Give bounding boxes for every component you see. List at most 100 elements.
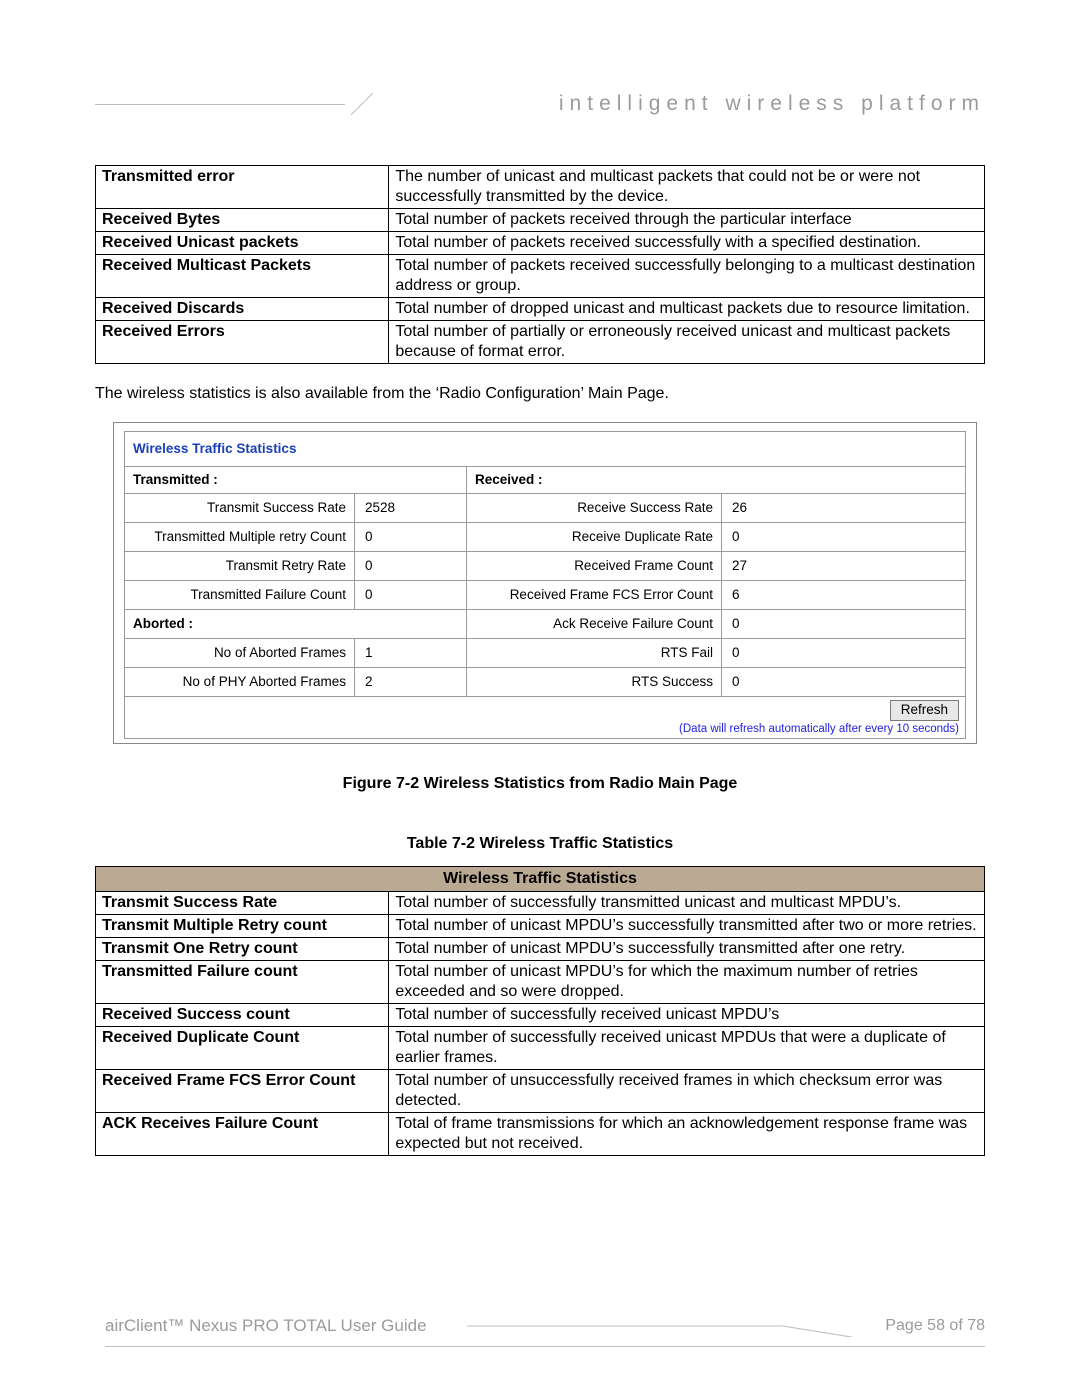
term-cell: Transmit Multiple Retry count xyxy=(96,915,389,938)
stats-footer: Refresh (Data will refresh automatically… xyxy=(125,697,966,739)
footer-product: airClient™ Nexus PRO TOTAL User Guide xyxy=(105,1316,427,1336)
definitions-table-1: Transmitted errorThe number of unicast a… xyxy=(95,165,985,364)
footer: airClient™ Nexus PRO TOTAL User Guide Pa… xyxy=(105,1315,985,1337)
desc-cell: Total number of successfully received un… xyxy=(389,1027,985,1070)
table-row: Transmitted Multiple retry Count0Receive… xyxy=(125,523,966,552)
stat-value: 0 xyxy=(722,668,966,697)
table2-header: Wireless Traffic Statistics xyxy=(96,867,985,892)
stats-ab-header: Aborted : xyxy=(125,610,467,639)
stat-value: 2528 xyxy=(355,494,467,523)
stat-label: Receive Duplicate Rate xyxy=(467,523,722,552)
stat-value: 0 xyxy=(722,523,966,552)
stat-label: No of PHY Aborted Frames xyxy=(125,668,355,697)
table-row: Received BytesTotal number of packets re… xyxy=(96,209,985,232)
header: intelligent wireless platform xyxy=(95,92,985,116)
stat-value: 0 xyxy=(355,523,467,552)
table-row: Received DiscardsTotal number of dropped… xyxy=(96,298,985,321)
term-cell: Received Multicast Packets xyxy=(96,255,389,298)
footer-page-number: Page 58 of 78 xyxy=(885,1317,985,1335)
stat-label: Ack Receive Failure Count xyxy=(467,610,722,639)
table-row: ACK Receives Failure CountTotal of frame… xyxy=(96,1113,985,1156)
term-cell: Received Bytes xyxy=(96,209,389,232)
table-row: Received Duplicate CountTotal number of … xyxy=(96,1027,985,1070)
desc-cell: The number of unicast and multicast pack… xyxy=(389,166,985,209)
stat-value: 0 xyxy=(355,552,467,581)
stat-label: Received Frame FCS Error Count xyxy=(467,581,722,610)
table-row: Transmitted Failure countTotal number of… xyxy=(96,961,985,1004)
table-row: Transmit Success RateTotal number of suc… xyxy=(96,892,985,915)
stat-label: Transmit Success Rate xyxy=(125,494,355,523)
stats-title: Wireless Traffic Statistics xyxy=(125,432,966,467)
stat-value: 1 xyxy=(355,639,467,668)
stats-rx-header: Received : xyxy=(467,467,966,494)
table-row: Transmit One Retry countTotal number of … xyxy=(96,938,985,961)
stat-value: 0 xyxy=(722,610,966,639)
table-row: Aborted :Ack Receive Failure Count0 xyxy=(125,610,966,639)
desc-cell: Total number of packets received through… xyxy=(389,209,985,232)
desc-cell: Total number of packets received success… xyxy=(389,232,985,255)
stat-value: 26 xyxy=(722,494,966,523)
desc-cell: Total number of unicast MPDU’s for which… xyxy=(389,961,985,1004)
table-row: Received Success countTotal number of su… xyxy=(96,1004,985,1027)
stat-value: 0 xyxy=(355,581,467,610)
desc-cell: Total number of unicast MPDU’s successfu… xyxy=(389,938,985,961)
header-diagonal-icon xyxy=(351,93,373,115)
stat-value: 27 xyxy=(722,552,966,581)
stat-label: Received Frame Count xyxy=(467,552,722,581)
stats-tx-header: Transmitted : xyxy=(125,467,467,494)
table-row: Received ErrorsTotal number of partially… xyxy=(96,321,985,364)
stat-label: RTS Fail xyxy=(467,639,722,668)
desc-cell: Total number of packets received success… xyxy=(389,255,985,298)
stat-label: Transmitted Failure Count xyxy=(125,581,355,610)
desc-cell: Total of frame transmissions for which a… xyxy=(389,1113,985,1156)
table-row: Transmitted Failure Count0Received Frame… xyxy=(125,581,966,610)
term-cell: Received Duplicate Count xyxy=(96,1027,389,1070)
stat-label: No of Aborted Frames xyxy=(125,639,355,668)
table-row: Received Multicast PacketsTotal number o… xyxy=(96,255,985,298)
term-cell: Transmitted Failure count xyxy=(96,961,389,1004)
stat-label: Transmitted Multiple retry Count xyxy=(125,523,355,552)
table-row: No of Aborted Frames1RTS Fail0 xyxy=(125,639,966,668)
definitions-table-2: Wireless Traffic Statistics Transmit Suc… xyxy=(95,866,985,1156)
term-cell: Received Unicast packets xyxy=(96,232,389,255)
term-cell: Received Errors xyxy=(96,321,389,364)
stat-value: 6 xyxy=(722,581,966,610)
desc-cell: Total number of successfully transmitted… xyxy=(389,892,985,915)
stat-value: 0 xyxy=(722,639,966,668)
desc-cell: Total number of unsuccessfully received … xyxy=(389,1070,985,1113)
table-row: Transmitted errorThe number of unicast a… xyxy=(96,166,985,209)
header-rule xyxy=(95,104,345,105)
table-row: Transmit Retry Rate0Received Frame Count… xyxy=(125,552,966,581)
term-cell: Transmitted error xyxy=(96,166,389,209)
term-cell: Transmit Success Rate xyxy=(96,892,389,915)
desc-cell: Total number of dropped unicast and mult… xyxy=(389,298,985,321)
term-cell: Transmit One Retry count xyxy=(96,938,389,961)
table-row: Received Unicast packetsTotal number of … xyxy=(96,232,985,255)
stat-label: Transmit Retry Rate xyxy=(125,552,355,581)
stat-label: Receive Success Rate xyxy=(467,494,722,523)
table-row: Received Frame FCS Error CountTotal numb… xyxy=(96,1070,985,1113)
table-row: Transmit Success Rate2528Receive Success… xyxy=(125,494,966,523)
desc-cell: Total number of partially or erroneously… xyxy=(389,321,985,364)
desc-cell: Total number of successfully received un… xyxy=(389,1004,985,1027)
refresh-button[interactable]: Refresh xyxy=(890,700,959,721)
figure-caption: Figure 7-2 Wireless Statistics from Radi… xyxy=(95,774,985,794)
wireless-stats-panel: Wireless Traffic Statistics Transmitted … xyxy=(113,422,977,744)
table-row: No of PHY Aborted Frames2RTS Success0 xyxy=(125,668,966,697)
desc-cell: Total number of unicast MPDU’s successfu… xyxy=(389,915,985,938)
term-cell: ACK Receives Failure Count xyxy=(96,1113,389,1156)
footer-rule xyxy=(105,1346,985,1347)
stat-value: 2 xyxy=(355,668,467,697)
term-cell: Received Success count xyxy=(96,1004,389,1027)
body-paragraph: The wireless statistics is also availabl… xyxy=(95,384,985,404)
stat-label: RTS Success xyxy=(467,668,722,697)
table-row: Transmit Multiple Retry countTotal numbe… xyxy=(96,915,985,938)
refresh-note: (Data will refresh automatically after e… xyxy=(131,722,959,736)
wireless-stats-table: Wireless Traffic Statistics Transmitted … xyxy=(124,431,966,739)
term-cell: Received Frame FCS Error Count xyxy=(96,1070,389,1113)
table-caption: Table 7-2 Wireless Traffic Statistics xyxy=(95,834,985,854)
term-cell: Received Discards xyxy=(96,298,389,321)
footer-diagonal-icon xyxy=(467,1315,872,1337)
page: intelligent wireless platform Transmitte… xyxy=(0,0,1080,1397)
header-tagline: intelligent wireless platform xyxy=(373,92,985,116)
